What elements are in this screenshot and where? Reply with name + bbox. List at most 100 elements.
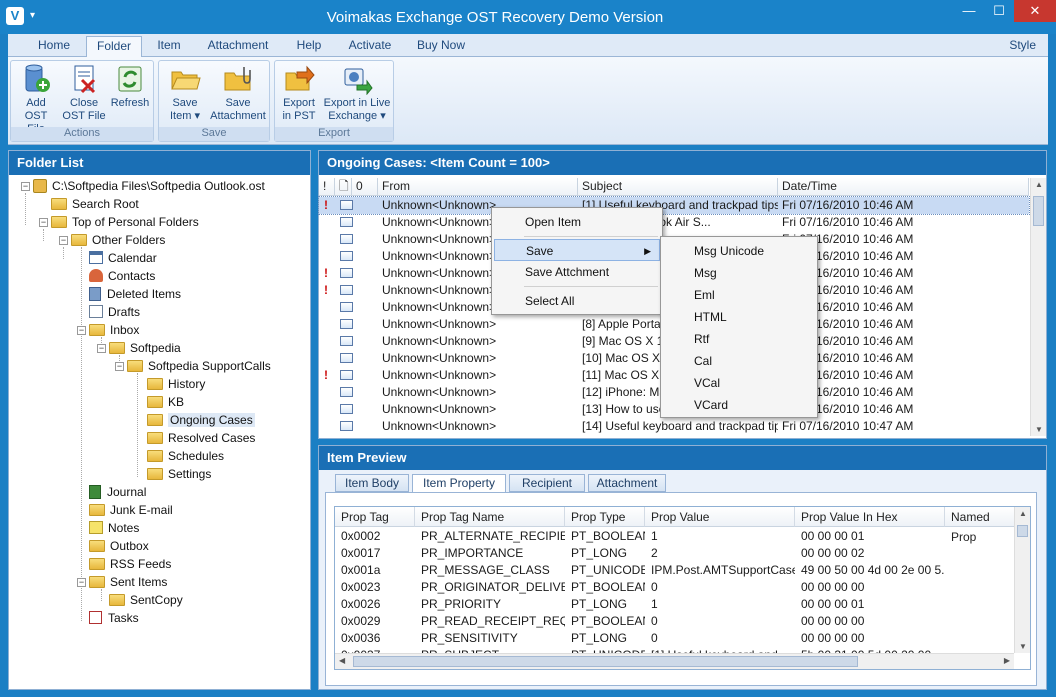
- close-ost-button[interactable]: Close OST File: [61, 63, 107, 123]
- property-vscrollbar[interactable]: ▲ ▼: [1014, 507, 1030, 653]
- message-list-scrollbar[interactable]: ▲ ▼: [1030, 178, 1046, 436]
- tree-item-notes[interactable]: Notes: [89, 519, 139, 537]
- style-menu[interactable]: Style: [1009, 38, 1036, 52]
- tab-activate[interactable]: Activate: [340, 36, 400, 57]
- tab-folder[interactable]: Folder: [86, 36, 142, 58]
- property-row[interactable]: 0x0036 PR_SENSITIVITY PT_LONG 0 00 00 00 00: [335, 630, 1015, 647]
- export-live-exchange-button[interactable]: Export in Live Exchange ▾: [319, 63, 395, 123]
- tree-item-softpedia-supportcalls[interactable]: Softpedia SupportCalls: [127, 357, 271, 375]
- scroll-thumb[interactable]: [1033, 196, 1044, 226]
- tree-item-junk-email[interactable]: Junk E-mail: [89, 501, 173, 519]
- grid-col-prop-type[interactable]: Prop Type: [565, 507, 645, 527]
- property-row[interactable]: 0x001a PR_MESSAGE_CLASS PT_UNICODE IPM.Post…: [335, 562, 1015, 579]
- tree-expander[interactable]: −: [115, 362, 124, 371]
- submenu-item-vcal[interactable]: VCal: [663, 372, 815, 394]
- save-attachment-button[interactable]: Save Attachment: [209, 63, 267, 123]
- property-row[interactable]: 0x0029 PR_READ_RECEIPT_REQ... PT_BOOLEAN 0 0…: [335, 613, 1015, 630]
- tree-item-kb[interactable]: KB: [147, 393, 184, 411]
- property-row[interactable]: 0x0026 PR_PRIORITY PT_LONG 1 00 00 00 01: [335, 596, 1015, 613]
- refresh-button[interactable]: Refresh: [109, 63, 151, 110]
- tree-item-ongoing-cases[interactable]: Ongoing Cases: [147, 411, 255, 429]
- tree-expander[interactable]: −: [77, 578, 86, 587]
- tree-expander[interactable]: −: [21, 182, 30, 191]
- property-row[interactable]: 0x0023 PR_ORIGINATOR_DELIVE... PT_BOOLEAN 0…: [335, 579, 1015, 596]
- tree-expander[interactable]: −: [77, 326, 86, 335]
- tree-item-calendar[interactable]: Calendar: [89, 249, 157, 267]
- message-row[interactable]: Unknown<Unknown> [14] Useful keyboard and…: [319, 418, 1029, 435]
- menu-save[interactable]: Save ▶: [494, 239, 660, 261]
- menu-open-item[interactable]: Open Item: [494, 211, 660, 233]
- tree-item-journal[interactable]: Journal: [89, 483, 146, 501]
- tree-item-tasks[interactable]: Tasks: [89, 609, 139, 627]
- menu-save-attachment[interactable]: Save Attchment: [494, 261, 660, 283]
- tree-item-sentcopy[interactable]: SentCopy: [109, 591, 183, 609]
- add-ost-button[interactable]: Add OST File: [15, 63, 57, 136]
- export-pst-button[interactable]: Export in PST: [277, 63, 321, 123]
- col-subject[interactable]: Subject: [578, 178, 778, 196]
- tree-item-search-root[interactable]: Search Root: [51, 195, 139, 213]
- message-row[interactable]: ! Unknown<Unknown> [1] Useful keyboard and…: [318, 196, 1030, 215]
- grid-col-named-prop[interactable]: Named Prop: [945, 507, 1015, 544]
- scroll-right-icon[interactable]: ▶: [1004, 656, 1010, 665]
- tree-root[interactable]: C:\Softpedia Files\Softpedia Outlook.ost: [33, 177, 265, 195]
- close-button[interactable]: ✕: [1014, 0, 1056, 22]
- col-date[interactable]: Date/Time: [778, 178, 1029, 196]
- tree-item-deleted-items[interactable]: Deleted Items: [89, 285, 181, 303]
- scroll-thumb[interactable]: [1017, 525, 1028, 537]
- scroll-left-icon[interactable]: ◀: [339, 656, 345, 665]
- col-importance[interactable]: !: [319, 178, 335, 196]
- grid-col-prop-tag[interactable]: Prop Tag: [335, 507, 415, 527]
- tree-item-drafts[interactable]: Drafts: [89, 303, 140, 321]
- tree-expander[interactable]: −: [97, 344, 106, 353]
- submenu-item-rtf[interactable]: Rtf: [663, 328, 815, 350]
- submenu-item-cal[interactable]: Cal: [663, 350, 815, 372]
- tree-item-outbox[interactable]: Outbox: [89, 537, 149, 555]
- tab-attachment[interactable]: Attachment: [588, 474, 666, 492]
- tree-item-top-of-personal-folders[interactable]: Top of Personal Folders: [51, 213, 199, 231]
- submenu-item-msg-unicode[interactable]: Msg Unicode: [663, 240, 815, 262]
- tree-expander[interactable]: −: [39, 218, 48, 227]
- submenu-item-msg[interactable]: Msg: [663, 262, 815, 284]
- maximize-button[interactable]: ☐: [985, 0, 1013, 22]
- scroll-up-icon[interactable]: ▲: [1019, 509, 1027, 518]
- scroll-down-icon[interactable]: ▼: [1019, 642, 1027, 651]
- grid-col-prop-tag-name[interactable]: Prop Tag Name: [415, 507, 565, 527]
- submenu-item-vcard[interactable]: VCard: [663, 394, 815, 416]
- tree-item-other-folders[interactable]: Other Folders: [71, 231, 165, 249]
- tab-item-body[interactable]: Item Body: [335, 474, 409, 492]
- tab-buy-now[interactable]: Buy Now: [410, 36, 472, 57]
- scroll-thumb[interactable]: [353, 656, 858, 667]
- tree-item-softpedia[interactable]: Softpedia: [109, 339, 181, 357]
- scroll-down-icon[interactable]: ▼: [1035, 425, 1043, 434]
- grid-col-prop-value-hex[interactable]: Prop Value In Hex: [795, 507, 945, 527]
- tab-help[interactable]: Help: [288, 36, 330, 57]
- col-from[interactable]: From: [378, 178, 578, 196]
- tree-item-history[interactable]: History: [147, 375, 205, 393]
- tree-item-inbox[interactable]: Inbox: [89, 321, 139, 339]
- tab-recipient[interactable]: Recipient: [509, 474, 585, 492]
- grid-col-prop-value[interactable]: Prop Value: [645, 507, 795, 527]
- tab-home[interactable]: Home: [28, 36, 80, 57]
- tree-item-sent-items[interactable]: Sent Items: [89, 573, 167, 591]
- property-row[interactable]: 0x0002 PR_ALTERNATE_RECIPIE... PT_BOOLEAN 1…: [335, 528, 1015, 545]
- property-hscrollbar[interactable]: ◀ ▶: [335, 653, 1014, 669]
- col-attachment[interactable]: 0: [352, 178, 378, 196]
- submenu-item-eml[interactable]: Eml: [663, 284, 815, 306]
- tab-item-property[interactable]: Item Property: [412, 474, 506, 493]
- tree-expander[interactable]: −: [59, 236, 68, 245]
- tree-item-contacts[interactable]: Contacts: [89, 267, 155, 285]
- save-item-button[interactable]: Save Item ▾: [163, 63, 207, 123]
- minimize-button[interactable]: —: [955, 0, 983, 22]
- message-row[interactable]: Unknown<Unknown>...g the MacBook Air S..…: [319, 214, 1029, 231]
- scroll-up-icon[interactable]: ▲: [1035, 180, 1043, 189]
- tab-item[interactable]: Item: [148, 36, 190, 57]
- menu-select-all[interactable]: Select All: [494, 290, 660, 312]
- tree-item-rss-feeds[interactable]: RSS Feeds: [89, 555, 171, 573]
- tree-item-schedules[interactable]: Schedules: [147, 447, 224, 465]
- tree-item-resolved-cases[interactable]: Resolved Cases: [147, 429, 255, 447]
- tab-attachment[interactable]: Attachment: [198, 36, 278, 57]
- col-type[interactable]: 🗋: [335, 178, 352, 196]
- property-row[interactable]: 0x0017 PR_IMPORTANCE PT_LONG 2 00 00 00 02: [335, 545, 1015, 562]
- submenu-item-html[interactable]: HTML: [663, 306, 815, 328]
- tree-item-settings[interactable]: Settings: [147, 465, 211, 483]
